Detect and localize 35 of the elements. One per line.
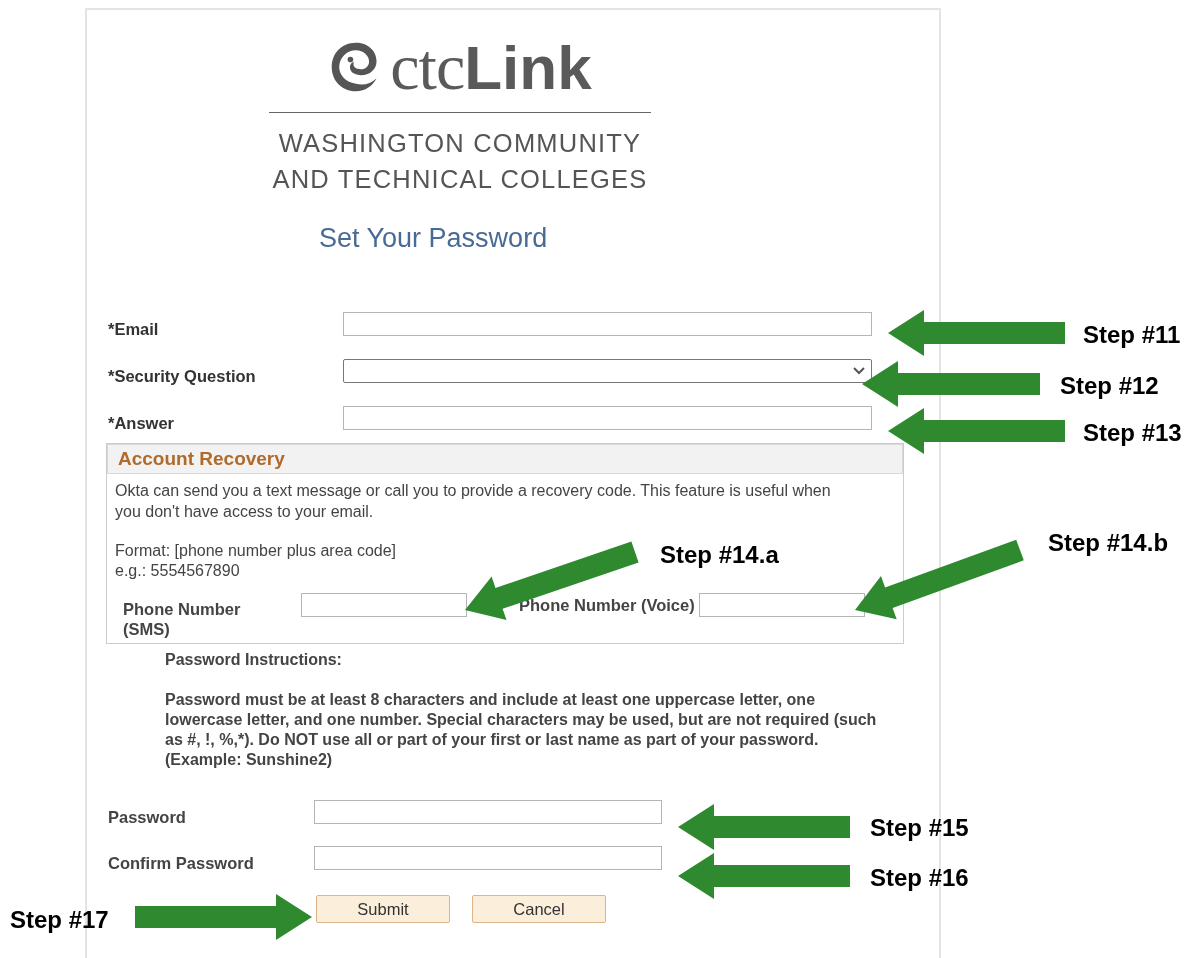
step-label: Step #14.a — [660, 541, 779, 569]
logo-subtitle: WASHINGTON COMMUNITY — [278, 128, 642, 159]
phone-input-field[interactable] — [698, 593, 865, 617]
form-button[interactable]: Cancel — [472, 895, 606, 923]
instructions-heading: Password Instructions: — [165, 650, 343, 670]
field-label: *Security Question — [108, 366, 257, 386]
password-label: Password — [108, 806, 187, 827]
field-label: *Answer — [108, 413, 176, 433]
recovery-description: Okta can send you a text message or call you to provide a recovery code. This feature is useful when you don't have access to your email. — [115, 481, 832, 522]
logo-text-light: ctc — [390, 29, 465, 105]
security-question-dropdown[interactable] — [343, 358, 872, 383]
text-input-field[interactable] — [343, 311, 872, 336]
logo-text-bold: Link — [464, 31, 592, 103]
step-label: Step #13 — [1083, 419, 1182, 447]
phone-input-field[interactable] — [301, 593, 467, 617]
logo-subtitle: AND TECHNICAL COLLEGES — [272, 164, 648, 195]
chevron-down-icon — [853, 366, 865, 375]
step-label: Step #15 — [870, 814, 969, 842]
password-input-field[interactable] — [314, 800, 662, 824]
field-label: *Email — [108, 319, 160, 339]
step-label: Step #14.b — [1048, 529, 1169, 557]
form-button[interactable]: Submit — [316, 895, 450, 923]
format-hint: Format: [phone number plus area code] — [115, 541, 397, 561]
page-title: Set Your Password — [319, 223, 549, 254]
phone-label: Phone Number (SMS) — [123, 599, 242, 639]
password-label: Confirm Password — [108, 852, 255, 873]
step-label: Step #16 — [870, 864, 969, 892]
panel-title: Account Recovery — [118, 448, 285, 470]
step-label: Step #12 — [1060, 372, 1159, 400]
step-label: Step #17 — [10, 906, 109, 934]
password-input-field[interactable] — [314, 846, 662, 870]
format-hint: e.g.: 5554567890 — [115, 561, 240, 581]
text-input-field[interactable] — [343, 405, 872, 430]
instructions-text: Password must be at least 8 characters and include at least one uppercase letter, one lowercase letter, and one number. Special characters may be used, but are not required (such as #, !, %,*). Do NOT use all or part of your first or last name as part of your password. (Example: Sunshine2) — [165, 690, 877, 770]
step-label: Step #11 — [1083, 321, 1181, 349]
